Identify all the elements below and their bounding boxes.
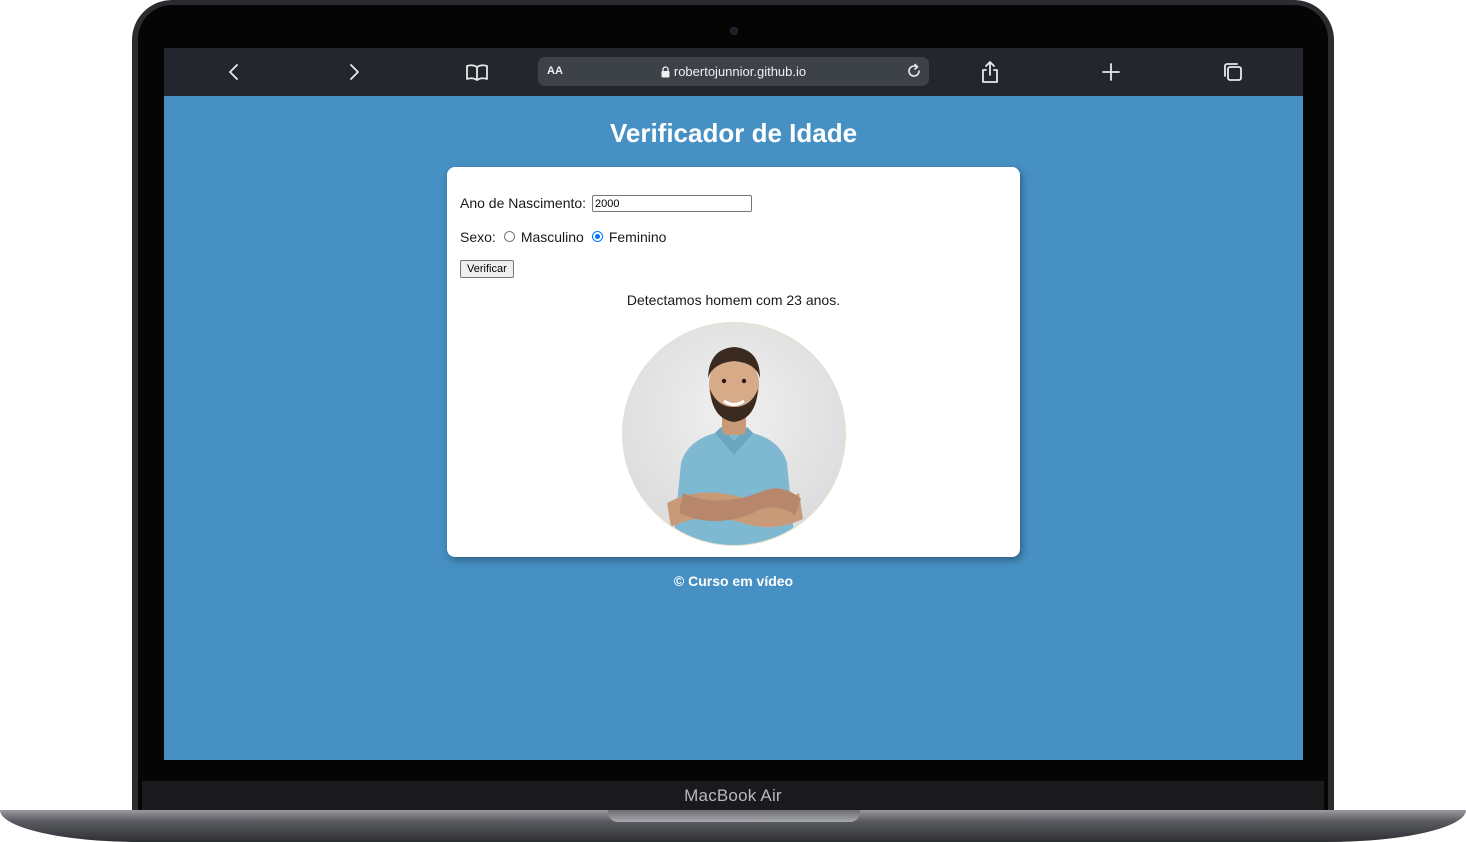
bookmarks-icon[interactable] — [463, 58, 491, 86]
back-icon[interactable] — [220, 58, 248, 86]
address-bar[interactable]: AA robertojunnior.github.io — [538, 57, 929, 86]
form-card: Ano de Nascimento: Sexo: Masculino Femin… — [447, 167, 1020, 557]
camera-icon — [730, 27, 738, 35]
browser-window: AA robertojunnior.github.io Verificador … — [164, 48, 1303, 760]
radio-masculino-label[interactable]: Masculino — [521, 229, 584, 245]
forward-icon[interactable] — [340, 58, 368, 86]
result-photo — [622, 322, 846, 546]
birth-year-label: Ano de Nascimento: — [460, 195, 587, 211]
birth-year-input[interactable] — [592, 195, 752, 212]
url-display[interactable]: robertojunnior.github.io — [538, 64, 929, 79]
radio-feminino-label[interactable]: Feminino — [609, 229, 667, 245]
radio-masculino[interactable] — [503, 230, 515, 242]
lock-icon — [661, 66, 670, 78]
footer-text: © Curso em vídeo — [673, 573, 794, 589]
tabs-icon[interactable] — [1219, 58, 1247, 86]
page-title: Verificador de Idade — [609, 118, 858, 148]
man-portrait-image — [667, 347, 803, 545]
sex-field: Sexo: Masculino Feminino — [460, 229, 666, 245]
verify-button[interactable]: Verificar — [460, 260, 514, 278]
laptop-notch — [608, 810, 860, 822]
url-text: robertojunnior.github.io — [673, 64, 807, 79]
device-label: MacBook Air — [684, 786, 782, 805]
reload-icon[interactable] — [905, 62, 923, 80]
result-text: Detectamos homem com 23 anos. — [626, 292, 841, 308]
share-icon[interactable] — [976, 58, 1004, 86]
new-tab-icon[interactable] — [1097, 58, 1125, 86]
radio-feminino[interactable] — [591, 230, 603, 242]
sex-label: Sexo: — [460, 229, 496, 245]
browser-toolbar: AA robertojunnior.github.io — [164, 48, 1303, 96]
